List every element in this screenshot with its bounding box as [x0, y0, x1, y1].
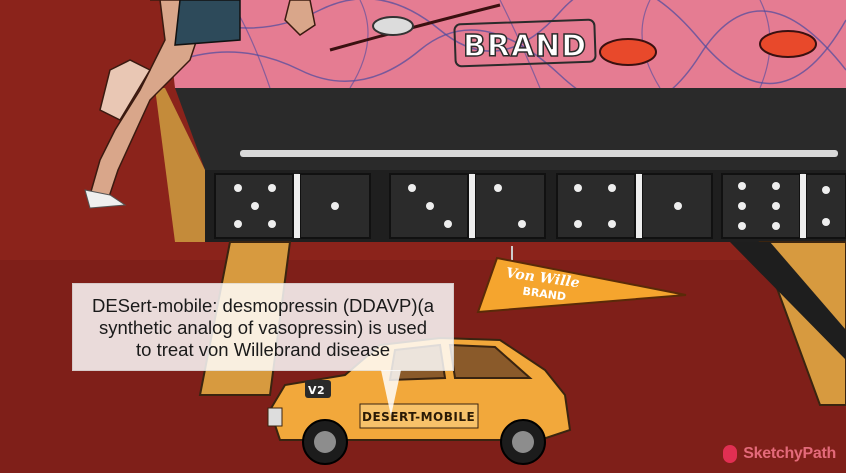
white-mallet [372, 16, 414, 36]
caption-line-2: synthetic analog of vasopressin) is used [98, 317, 428, 338]
scene-illustration: BRAND Von Wille BRAND DESERT-MOBILE V2 [0, 0, 846, 473]
red-puck [599, 38, 657, 66]
car-badge: V2 [308, 384, 325, 397]
table-frame [175, 88, 846, 170]
sketchy-logo-icon [723, 445, 738, 463]
car-label: DESERT-MOBILE [362, 410, 475, 424]
table-brand-label: BRAND [463, 29, 587, 64]
caption-box: DESert-mobile: desmopressin (DDAVP)(a sy… [72, 283, 454, 416]
watermark-text: SketchyPath [743, 445, 836, 462]
caption-line-3: to treat von Willebrand disease [136, 339, 390, 360]
caption-line-1: DESert-mobile: desmopressin (DDAVP)(a [91, 295, 434, 316]
watermark: SketchyPath [723, 445, 836, 463]
red-puck-right [759, 30, 817, 58]
